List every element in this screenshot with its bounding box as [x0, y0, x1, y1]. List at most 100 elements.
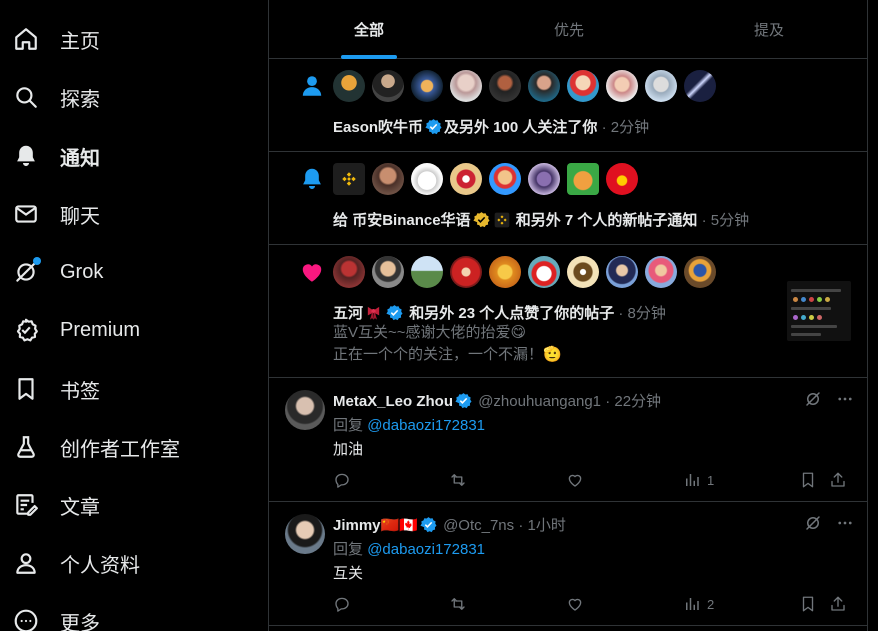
- avatar[interactable]: [567, 163, 599, 195]
- reply-header: MetaX_Leo Zhou @zhouhuangang1 · 22分钟: [333, 390, 661, 413]
- person-follow-icon: [297, 71, 327, 101]
- share-button[interactable]: [829, 595, 847, 613]
- search-icon: [13, 84, 39, 110]
- avatar[interactable]: [606, 163, 638, 195]
- post-time[interactable]: · 1小时: [518, 517, 566, 534]
- share-button[interactable]: [829, 471, 847, 489]
- avatar[interactable]: [333, 70, 365, 102]
- post-notification[interactable]: 给 币安Binance华语 和另外 7 个人的新帖子通知 · 5分钟: [269, 152, 868, 245]
- author-name[interactable]: Jimmy🇨🇳🇨🇦: [333, 517, 418, 534]
- subscribed-account-name[interactable]: 币安Binance华语: [352, 212, 470, 229]
- avatar[interactable]: [450, 163, 482, 195]
- premium-badge-icon: [13, 317, 39, 343]
- tab-mentions[interactable]: 提及: [669, 0, 869, 59]
- avatar[interactable]: [372, 70, 404, 102]
- verified-badge-icon: [455, 392, 472, 413]
- post-time[interactable]: · 22分钟: [605, 393, 661, 410]
- avatar[interactable]: [489, 256, 521, 288]
- like-button[interactable]: [566, 595, 584, 613]
- gold-verified-badge-icon: [472, 211, 490, 232]
- avatar[interactable]: [645, 70, 677, 102]
- post-actions: 1: [333, 471, 853, 491]
- follow-notification-text: Eason吹牛币 及另外 100 人关注了你 · 2分钟: [333, 116, 649, 139]
- bookmark-button[interactable]: [799, 471, 817, 489]
- grok-analyze-icon[interactable]: [804, 390, 822, 413]
- more-circle-icon: [13, 608, 39, 631]
- reply-post[interactable]: Jimmy🇨🇳🇨🇦 @Otc_7ns · 1小时 回复 @dabaozi1728…: [269, 502, 868, 626]
- nav-explore-label: 探索: [60, 88, 100, 111]
- grok-icon: [13, 257, 41, 285]
- tab-mentions-label: 提及: [753, 22, 784, 39]
- bookmark-button[interactable]: [799, 595, 817, 613]
- like-notification[interactable]: 五河 和另外 23 个人点赞了你的帖子 · 8分钟 蓝V互关~~感谢大佬的抬爱😋…: [269, 245, 868, 378]
- like-button[interactable]: [566, 471, 584, 489]
- avatar[interactable]: [528, 256, 560, 288]
- avatar[interactable]: [372, 256, 404, 288]
- reply-button[interactable]: [333, 471, 351, 489]
- avatar[interactable]: [528, 70, 560, 102]
- repost-button[interactable]: [449, 595, 467, 613]
- binance-logo-icon[interactable]: [333, 163, 365, 195]
- avatar[interactable]: [684, 70, 716, 102]
- avatar[interactable]: [567, 70, 599, 102]
- follow-notification-message: 及另外 100 人关注了你: [444, 119, 598, 136]
- repost-button[interactable]: [449, 471, 467, 489]
- views-button[interactable]: 2: [683, 595, 714, 613]
- author-avatar[interactable]: [285, 390, 325, 430]
- avatar[interactable]: [567, 256, 599, 288]
- avatar[interactable]: [606, 70, 638, 102]
- tab-priority[interactable]: 优先: [469, 0, 669, 59]
- avatar[interactable]: [489, 163, 521, 195]
- nav-creator-studio-label: 创作者工作室: [60, 438, 180, 461]
- sidebar: 主页 探索 通知 聊天 Grok Premium 书签 创作者工作室 文章 个人…: [0, 0, 268, 631]
- more-options-icon[interactable]: [836, 390, 854, 413]
- tab-priority-label: 优先: [553, 22, 584, 39]
- reply-to-handle[interactable]: @dabaozi172831: [367, 417, 485, 434]
- avatar[interactable]: [450, 256, 482, 288]
- reply-header: Jimmy🇨🇳🇨🇦 @Otc_7ns · 1小时: [333, 514, 566, 537]
- notification-tabs: 全部 优先 提及: [269, 0, 868, 59]
- nav-articles-label: 文章: [60, 496, 100, 519]
- more-options-icon[interactable]: [836, 514, 854, 537]
- nav-premium-label: Premium: [60, 318, 141, 341]
- reply-label: 回复: [333, 541, 364, 558]
- reply-post[interactable]: MetaX_Leo Zhou @zhouhuangang1 · 22分钟 回复 …: [269, 378, 868, 502]
- avatar[interactable]: [372, 163, 404, 195]
- liker-avatars: [333, 256, 723, 288]
- liked-post-thumbnail[interactable]: [787, 281, 851, 341]
- post-actions: 2: [333, 595, 853, 615]
- avatar[interactable]: [411, 70, 443, 102]
- follow-notification[interactable]: Eason吹牛币 及另外 100 人关注了你 · 2分钟: [269, 59, 868, 152]
- grok-analyze-icon[interactable]: [804, 514, 822, 537]
- subscribed-avatars: [333, 163, 645, 195]
- post-notification-text: 给 币安Binance华语 和另外 7 个人的新帖子通知 · 5分钟: [333, 209, 749, 232]
- author-handle[interactable]: @Otc_7ns: [443, 517, 514, 534]
- author-name[interactable]: MetaX_Leo Zhou: [333, 393, 453, 410]
- avatar[interactable]: [606, 256, 638, 288]
- author-avatar[interactable]: [285, 514, 325, 554]
- reply-to-handle[interactable]: @dabaozi172831: [367, 541, 485, 558]
- liked-post-line-1: 蓝V互关~~感谢大佬的抬爱😋: [333, 324, 527, 341]
- nav-notifications-label: 通知: [60, 147, 100, 170]
- reply-button[interactable]: [333, 595, 351, 613]
- bell-notification-icon: [297, 164, 327, 194]
- article-icon: [13, 492, 39, 518]
- person-icon: [13, 550, 39, 576]
- avatar[interactable]: [450, 70, 482, 102]
- views-button[interactable]: 1: [683, 471, 714, 489]
- follower-avatars: [333, 70, 723, 102]
- avatar[interactable]: [411, 256, 443, 288]
- avatar[interactable]: [528, 163, 560, 195]
- avatar[interactable]: [489, 70, 521, 102]
- avatar[interactable]: [684, 256, 716, 288]
- follower-name[interactable]: Eason吹牛币: [333, 119, 423, 136]
- nav-chat-label: 聊天: [60, 205, 100, 228]
- avatar[interactable]: [645, 256, 677, 288]
- author-handle[interactable]: @zhouhuangang1: [478, 393, 601, 410]
- avatar[interactable]: [411, 163, 443, 195]
- like-notification-message: 和另外 23 个人点赞了你的帖子: [409, 305, 615, 322]
- avatar[interactable]: [333, 256, 365, 288]
- liker-name[interactable]: 五河: [333, 305, 363, 322]
- tab-all[interactable]: 全部: [269, 0, 469, 59]
- reply-label: 回复: [333, 417, 364, 434]
